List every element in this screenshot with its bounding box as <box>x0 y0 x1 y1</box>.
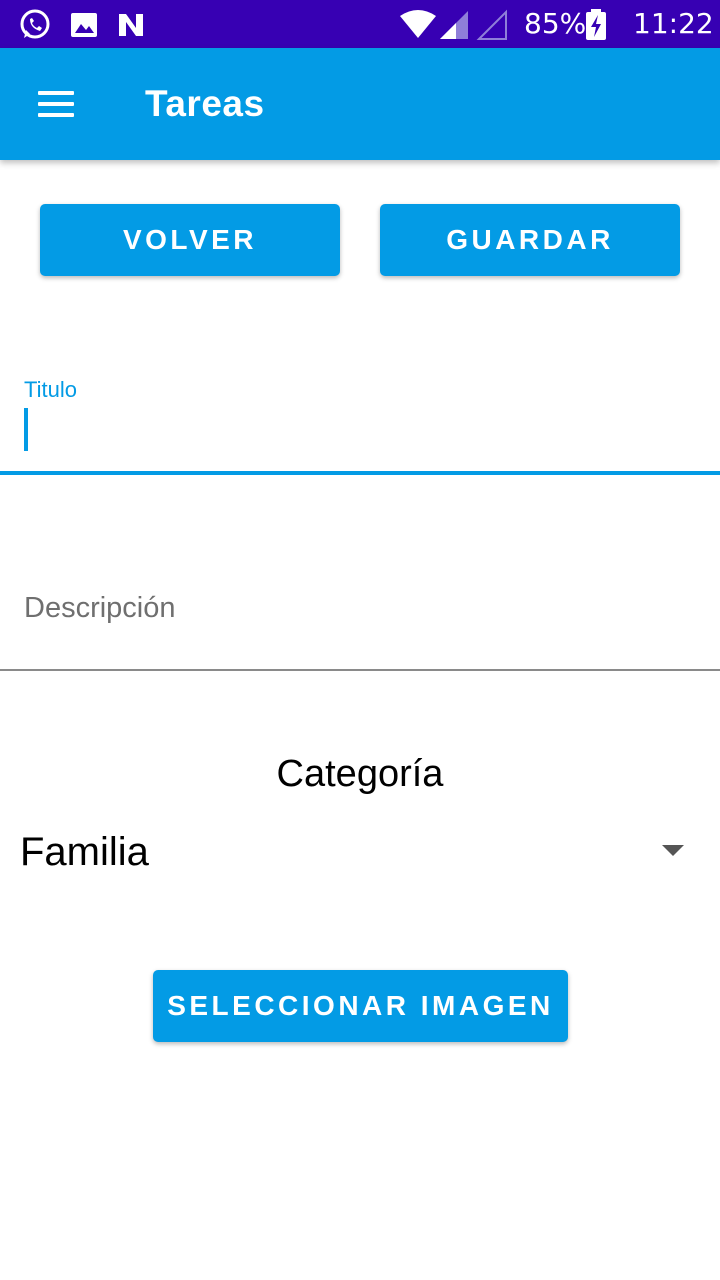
category-dropdown[interactable]: Familia <box>0 820 720 884</box>
text-cursor <box>24 408 28 451</box>
description-input-underline <box>0 669 720 671</box>
hamburger-menu-icon[interactable] <box>22 82 90 126</box>
clock: 11:22 <box>633 7 714 40</box>
app-bar: Tareas <box>0 48 720 160</box>
category-selected-value: Familia <box>20 830 149 874</box>
battery-charging-icon <box>586 9 606 40</box>
battery-percent: 85% <box>524 7 587 40</box>
signal-icon <box>440 11 468 39</box>
save-button[interactable]: GUARDAR <box>380 204 680 276</box>
back-button[interactable]: VOLVER <box>40 204 340 276</box>
signal-empty-icon <box>476 9 507 40</box>
select-image-button[interactable]: SELECCIONAR IMAGEN <box>153 970 568 1042</box>
n-notification-icon <box>119 14 143 36</box>
status-bar: 85% 11:22 <box>0 0 720 48</box>
title-input[interactable] <box>0 400 720 475</box>
wifi-icon <box>400 10 436 38</box>
page-title: Tareas <box>145 83 265 124</box>
gallery-icon <box>71 13 97 37</box>
description-input[interactable]: Descripción <box>0 580 720 671</box>
title-input-underline <box>0 471 720 475</box>
description-placeholder: Descripción <box>24 592 176 624</box>
category-label: Categoría <box>276 753 444 795</box>
dropdown-arrow-icon <box>662 845 684 856</box>
whatsapp-icon <box>20 9 50 39</box>
